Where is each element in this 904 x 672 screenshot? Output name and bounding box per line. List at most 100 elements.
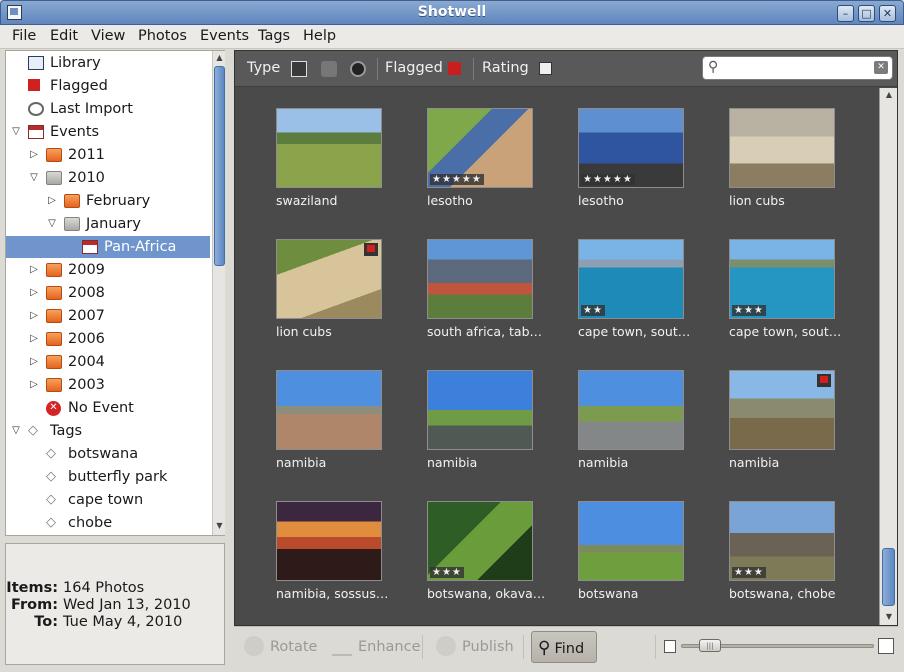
expander-closed-icon[interactable]: ▷	[28, 144, 40, 166]
photo-tile[interactable]: ★★★ botswana, chobe	[724, 501, 864, 621]
video-type-icon[interactable]	[321, 61, 337, 77]
scroll-up-arrow-icon[interactable]: ▲	[882, 88, 896, 102]
photo-thumbnail[interactable]	[276, 108, 382, 188]
photo-tile[interactable]: lion cubs	[271, 239, 411, 359]
sidebar-item-library[interactable]: Library	[6, 52, 210, 74]
search-input[interactable]	[727, 59, 872, 77]
photo-tile[interactable]: namibia	[724, 370, 864, 490]
enhance-button[interactable]: Enhance	[332, 631, 421, 663]
find-button[interactable]: ⚲ Find	[531, 631, 597, 663]
sidebar-item-cape-town[interactable]: ◇ cape town	[6, 489, 210, 511]
sidebar-item-2010[interactable]: ▽ 2010	[6, 167, 210, 189]
close-button[interactable]: ✕	[879, 5, 896, 22]
menu-events[interactable]: Events	[200, 28, 249, 44]
zoom-slider-handle[interactable]: |||	[699, 639, 721, 652]
menu-photos[interactable]: Photos	[138, 28, 187, 44]
info-from-label: From:	[11, 597, 58, 613]
expander-closed-icon[interactable]: ▷	[28, 328, 40, 350]
photo-type-icon[interactable]	[291, 61, 307, 77]
sidebar-item-2007[interactable]: ▷ 2007	[6, 305, 210, 327]
photo-tile[interactable]: ★★★★★ lesotho	[422, 108, 562, 228]
photo-tile[interactable]: ★★★★★ lesotho	[573, 108, 713, 228]
photo-tile[interactable]: south africa, tab…	[422, 239, 562, 359]
menu-tags[interactable]: Tags	[258, 28, 290, 44]
photo-tile[interactable]: botswana	[573, 501, 713, 621]
maximize-button[interactable]: □	[858, 5, 875, 22]
sidebar-item-2008[interactable]: ▷ 2008	[6, 282, 210, 304]
expander-closed-icon[interactable]: ▷	[28, 282, 40, 304]
photo-thumbnail[interactable]	[578, 501, 684, 581]
scroll-down-arrow-icon[interactable]: ▼	[213, 519, 226, 533]
flagged-filter-icon[interactable]	[448, 62, 461, 75]
scroll-up-arrow-icon[interactable]: ▲	[213, 51, 226, 65]
expander-closed-icon[interactable]: ▷	[46, 190, 58, 212]
sidebar-item-february[interactable]: ▷ February	[6, 190, 210, 212]
expander-closed-icon[interactable]: ▷	[28, 351, 40, 373]
sidebar-item-events[interactable]: ▽ Events	[6, 121, 210, 143]
photo-thumbnail[interactable]: ★★★★★	[578, 108, 684, 188]
sidebar-item-january[interactable]: ▽ January	[6, 213, 210, 235]
sidebar-scrollbar[interactable]: ▲ ▼	[212, 51, 225, 535]
raw-type-icon[interactable]	[350, 61, 366, 77]
publish-button[interactable]: Publish	[436, 631, 514, 663]
sidebar-item-no-event[interactable]: ✕ No Event	[6, 397, 210, 419]
photo-thumbnail[interactable]	[729, 370, 835, 450]
sidebar-item-pan-africa[interactable]: Pan-Africa	[6, 236, 210, 258]
photo-tile[interactable]: ★★★ cape town, sout…	[724, 239, 864, 359]
photo-thumbnail[interactable]	[578, 370, 684, 450]
sidebar-item-tags[interactable]: ▽ ◇ Tags	[6, 420, 210, 442]
sidebar-scroll-thumb[interactable]	[214, 66, 225, 266]
sidebar-item-2011[interactable]: ▷ 2011	[6, 144, 210, 166]
rating-filter-icon[interactable]	[539, 62, 552, 75]
photo-tile[interactable]: ★★★ botswana, okava…	[422, 501, 562, 621]
photo-grid-scrollbar[interactable]: ▲ ▼	[879, 88, 897, 625]
menu-edit[interactable]: Edit	[50, 28, 78, 44]
sidebar-item-butterfly-park[interactable]: ◇ butterfly park	[6, 466, 210, 488]
photo-thumbnail[interactable]	[427, 370, 533, 450]
photo-thumbnail[interactable]: ★★★★★	[427, 108, 533, 188]
photo-thumbnail[interactable]	[276, 370, 382, 450]
scroll-down-arrow-icon[interactable]: ▼	[882, 610, 896, 624]
sidebar-item-2003[interactable]: ▷ 2003	[6, 374, 210, 396]
zoom-out-icon[interactable]	[664, 640, 676, 653]
photo-thumbnail[interactable]	[729, 108, 835, 188]
sidebar-item-last-import[interactable]: Last Import	[6, 98, 210, 120]
photo-tile[interactable]: namibia	[422, 370, 562, 490]
rotate-button[interactable]: Rotate	[244, 631, 317, 663]
sidebar-item-chobe[interactable]: ◇ chobe	[6, 512, 210, 534]
photo-thumbnail[interactable]: ★★★	[427, 501, 533, 581]
photo-grid-scroll-thumb[interactable]	[882, 548, 895, 606]
sidebar-item-2006[interactable]: ▷ 2006	[6, 328, 210, 350]
clear-search-icon[interactable]: ✕	[874, 61, 888, 74]
photo-thumbnail[interactable]: ★★★	[729, 501, 835, 581]
photo-tile[interactable]: swaziland	[271, 108, 411, 228]
photo-tile[interactable]: namibia, sossus…	[271, 501, 411, 621]
photo-thumbnail[interactable]	[276, 239, 382, 319]
sidebar-item-2009[interactable]: ▷ 2009	[6, 259, 210, 281]
photo-tile[interactable]: ★★ cape town, sout…	[573, 239, 713, 359]
menu-help[interactable]: Help	[303, 28, 336, 44]
photo-thumbnail[interactable]	[276, 501, 382, 581]
expander-open-icon[interactable]: ▽	[10, 121, 22, 143]
expander-closed-icon[interactable]: ▷	[28, 374, 40, 396]
search-box[interactable]: ⚲ ✕	[702, 56, 893, 80]
menu-view[interactable]: View	[91, 28, 125, 44]
sidebar-item-2004[interactable]: ▷ 2004	[6, 351, 210, 373]
minimize-button[interactable]: –	[837, 5, 854, 22]
expander-closed-icon[interactable]: ▷	[28, 259, 40, 281]
expander-open-icon[interactable]: ▽	[10, 420, 22, 442]
expander-open-icon[interactable]: ▽	[28, 167, 40, 189]
sidebar-item-botswana[interactable]: ◇ botswana	[6, 443, 210, 465]
photo-tile[interactable]: lion cubs	[724, 108, 864, 228]
photo-tile[interactable]: namibia	[573, 370, 713, 490]
sidebar-item-flagged[interactable]: Flagged	[6, 75, 210, 97]
expander-open-icon[interactable]: ▽	[46, 213, 58, 235]
menu-file[interactable]: File	[12, 28, 36, 44]
photo-thumbnail[interactable]	[427, 239, 533, 319]
expander-closed-icon[interactable]: ▷	[28, 305, 40, 327]
sidebar-item-label: Pan-Africa	[104, 239, 177, 255]
zoom-in-icon[interactable]	[878, 638, 894, 654]
photo-tile[interactable]: namibia	[271, 370, 411, 490]
photo-thumbnail[interactable]: ★★	[578, 239, 684, 319]
photo-thumbnail[interactable]: ★★★	[729, 239, 835, 319]
